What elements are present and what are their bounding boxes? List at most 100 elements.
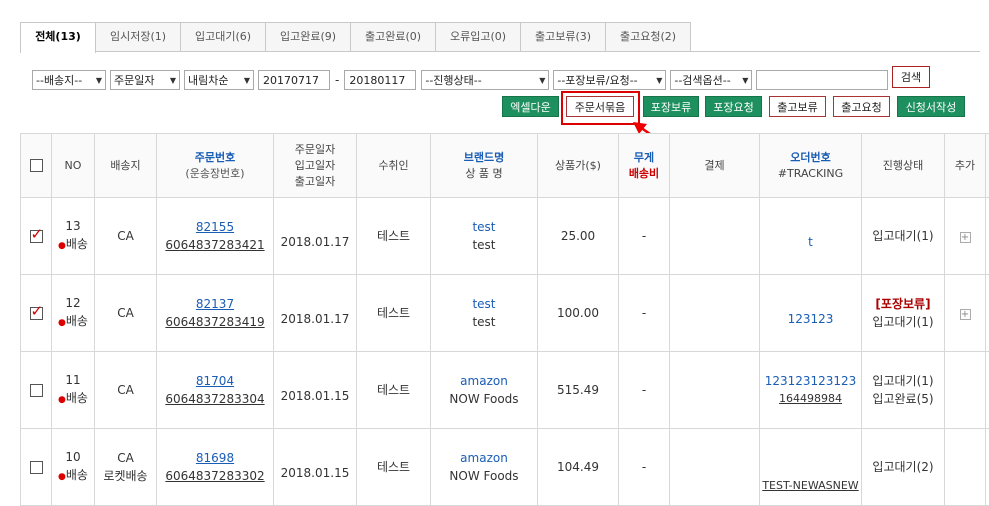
date-cell: 2018.01.17 <box>274 198 357 275</box>
tab-shipped[interactable]: 출고완료(0) <box>350 22 436 52</box>
sort-order-select[interactable]: 내림차순▼ <box>184 70 254 90</box>
order-no-link[interactable]: 82137 <box>158 295 272 313</box>
row-checkbox[interactable] <box>30 384 43 397</box>
row-checkbox[interactable] <box>30 230 43 243</box>
row-checkbox[interactable] <box>30 307 43 320</box>
col-payment: 결제 <box>670 134 760 198</box>
order-ref-link[interactable]: 123123 <box>761 310 860 328</box>
create-form-button[interactable]: 신청서작성 <box>897 96 965 117</box>
search-button[interactable]: 검색 <box>892 66 930 88</box>
weight-cell: - <box>619 429 670 506</box>
brand-product-cell: testtest <box>431 275 538 352</box>
brand-link[interactable]: test <box>432 218 536 236</box>
price-cell: 104.49 <box>538 429 619 506</box>
date-from-input[interactable]: 20170717 <box>258 70 330 90</box>
row-no-cell: 12●배송 <box>52 275 95 352</box>
order-ref-link[interactable]: 123123123123 <box>761 372 860 390</box>
order-ref-link[interactable]: t <box>761 233 860 251</box>
col-order-no[interactable]: 주문번호(운송장번호) <box>157 134 274 198</box>
ship-to-select[interactable]: --배송지--▼ <box>32 70 106 90</box>
weight-cell: - <box>619 352 670 429</box>
pack-hold-select[interactable]: --포장보류/요청--▼ <box>553 70 666 90</box>
chevron-down-icon: ▼ <box>170 76 176 85</box>
delete-cell: × <box>986 275 989 352</box>
col-tracking[interactable]: 오더번호#TRACKING <box>760 134 862 198</box>
brand-link[interactable]: amazon <box>432 449 536 467</box>
bullet-icon: ● <box>58 472 66 482</box>
bullet-icon: ● <box>58 318 66 328</box>
waybill-link[interactable]: 6064837283419 <box>158 313 272 331</box>
date-type-select[interactable]: 주문일자▼ <box>110 70 180 90</box>
chevron-down-icon: ▼ <box>656 76 662 85</box>
waybill-link[interactable]: 6064837283421 <box>158 236 272 254</box>
col-weight-fee[interactable]: 무게배송비 <box>619 134 670 198</box>
ship-hold-button[interactable]: 출고보류 <box>769 96 826 117</box>
delete-cell: × <box>986 429 989 506</box>
col-status: 진행상태 <box>862 134 945 198</box>
table-row: 10●배송 CA로켓배송 816986064837283302 2018.01.… <box>21 429 989 506</box>
pack-request-button[interactable]: 포장요청 <box>705 96 762 117</box>
plus-icon[interactable]: + <box>960 309 971 320</box>
brand-link[interactable]: amazon <box>432 372 536 390</box>
status-cell: 입고대기(1) <box>862 198 945 275</box>
waybill-link[interactable]: 6064837283302 <box>158 467 272 485</box>
recipient-cell: 테스트 <box>357 275 431 352</box>
ship-to-cell: CA로켓배송 <box>95 429 157 506</box>
row-checkbox[interactable] <box>30 461 43 474</box>
tab-error-receipt[interactable]: 오류입고(0) <box>435 22 521 52</box>
price-cell: 100.00 <box>538 275 619 352</box>
order-no-link[interactable]: 82155 <box>158 218 272 236</box>
table-row: 11●배송 CA 817046064837283304 2018.01.15 테… <box>21 352 989 429</box>
col-no: NO <box>52 134 95 198</box>
ship-to-cell: CA <box>95 275 157 352</box>
table-row: 12●배송 CA 821376064837283419 2018.01.17 테… <box>21 275 989 352</box>
date-to-input[interactable]: 20180117 <box>344 70 416 90</box>
brand-link[interactable]: test <box>432 295 536 313</box>
search-option-select[interactable]: --검색옵션--▼ <box>670 70 752 90</box>
chevron-down-icon: ▼ <box>96 76 102 85</box>
select-all-checkbox[interactable] <box>30 159 43 172</box>
add-cell <box>945 352 986 429</box>
ship-request-button[interactable]: 출고요청 <box>833 96 890 117</box>
price-cell: 515.49 <box>538 352 619 429</box>
payment-cell <box>670 429 760 506</box>
excel-download-button[interactable]: 엑셀다운 <box>502 96 559 117</box>
tracking-link[interactable]: TEST-NEWASNEW <box>761 477 860 495</box>
date-cell: 2018.01.17 <box>274 275 357 352</box>
search-input[interactable] <box>756 70 888 90</box>
recipient-cell: 테스트 <box>357 429 431 506</box>
chevron-down-icon: ▼ <box>742 76 748 85</box>
order-no-link[interactable]: 81704 <box>158 372 272 390</box>
date-range-separator: - <box>335 73 339 87</box>
filter-bar: --배송지--▼ 주문일자▼ 내림차순▼ 20170717 - 20180117… <box>32 69 888 91</box>
tab-ship-request[interactable]: 출고요청(2) <box>605 22 691 52</box>
add-cell: + <box>945 198 986 275</box>
delete-cell <box>986 352 989 429</box>
row-select-cell <box>21 198 52 275</box>
tracking-cell: t <box>760 198 862 275</box>
status-cell: 입고대기(2) <box>862 429 945 506</box>
recipient-cell: 테스트 <box>357 352 431 429</box>
bullet-icon: ● <box>58 241 66 251</box>
tab-ship-hold[interactable]: 출고보류(3) <box>520 22 606 52</box>
tab-all[interactable]: 전체(13) <box>20 22 96 53</box>
brand-product-cell: amazonNOW Foods <box>431 352 538 429</box>
row-select-cell <box>21 275 52 352</box>
plus-icon[interactable]: + <box>960 232 971 243</box>
tab-received[interactable]: 입고완료(9) <box>265 22 351 52</box>
table-row: 13●배송 CA 821556064837283421 2018.01.17 테… <box>21 198 989 275</box>
tab-temp-saved[interactable]: 임시저장(1) <box>95 22 181 52</box>
col-brand-product[interactable]: 브랜드명상 품 명 <box>431 134 538 198</box>
tracking-link[interactable]: 164498984 <box>761 390 860 408</box>
recipient-cell: 테스트 <box>357 198 431 275</box>
col-recipient: 수취인 <box>357 134 431 198</box>
date-cell: 2018.01.15 <box>274 352 357 429</box>
tracking-cell: 123123123123164498984 <box>760 352 862 429</box>
brand-product-cell: amazonNOW Foods <box>431 429 538 506</box>
add-cell: + <box>945 275 986 352</box>
order-no-link[interactable]: 81698 <box>158 449 272 467</box>
waybill-link[interactable]: 6064837283304 <box>158 390 272 408</box>
status-select[interactable]: --진행상태--▼ <box>421 70 549 90</box>
tab-awaiting-receipt[interactable]: 입고대기(6) <box>180 22 266 52</box>
pack-hold-button[interactable]: 포장보류 <box>643 96 699 117</box>
